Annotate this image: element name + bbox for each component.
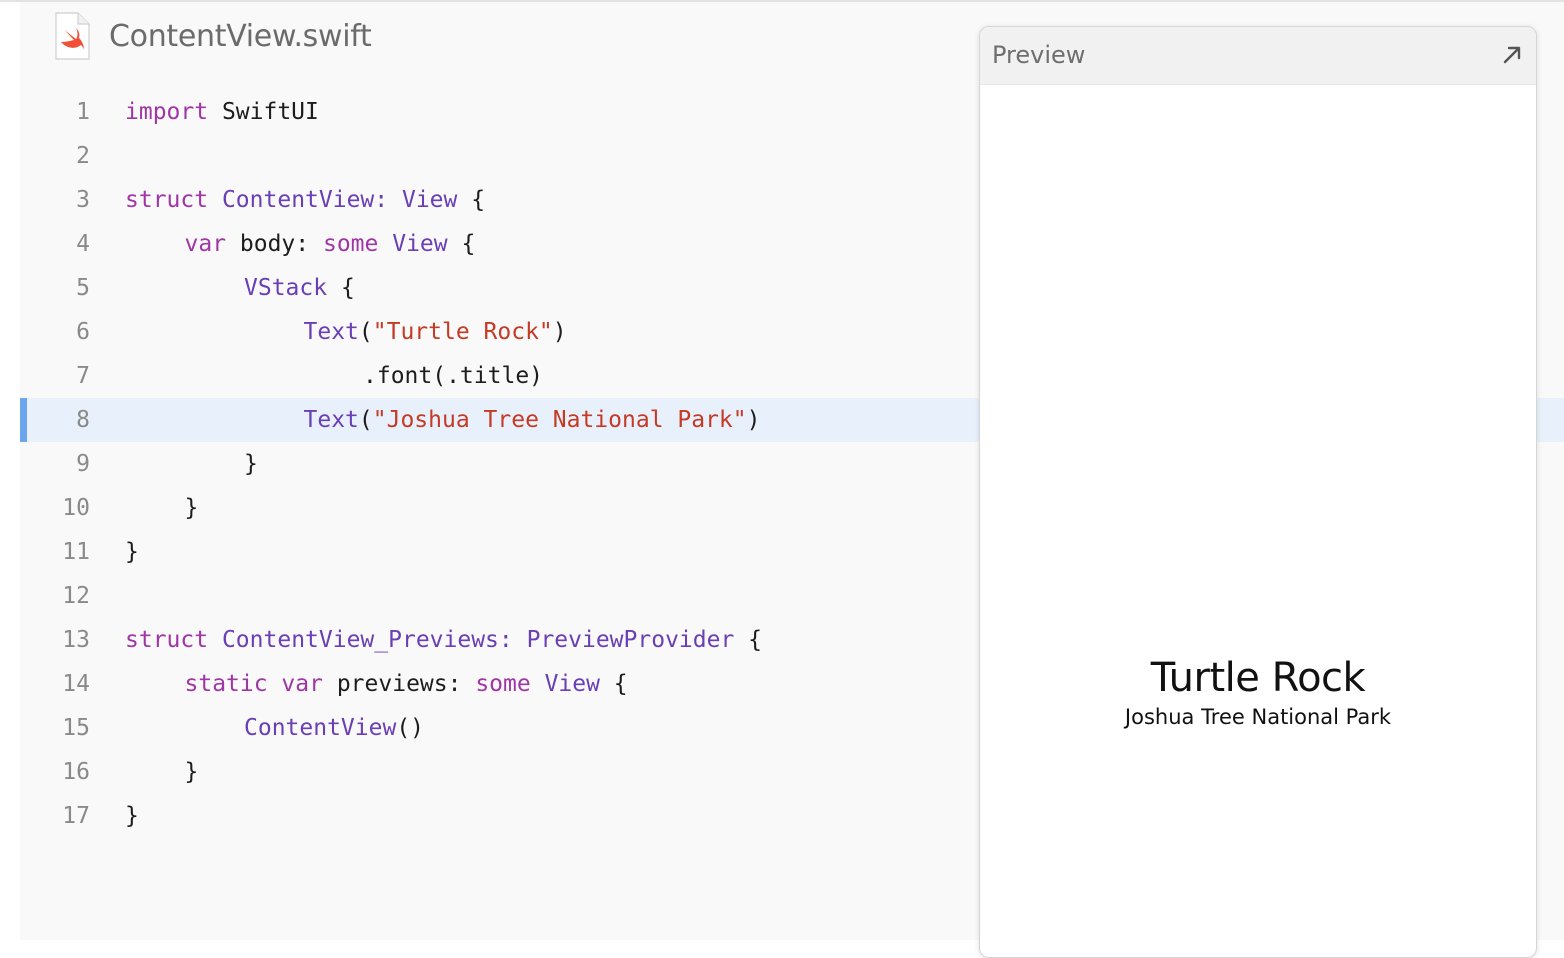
line-number: 1 bbox=[76, 99, 90, 125]
code-token: body: bbox=[226, 231, 323, 257]
code-text: Text("Turtle Rock") bbox=[304, 310, 567, 354]
code-text: struct ContentView: View { bbox=[125, 178, 485, 222]
code-token: ( bbox=[358, 407, 373, 433]
code-token: ContentView bbox=[244, 715, 397, 741]
code-token: } bbox=[125, 539, 139, 565]
code-text: Text("Joshua Tree National Park") bbox=[304, 398, 761, 442]
code-token: { bbox=[447, 231, 476, 257]
code-token: SwiftUI bbox=[208, 99, 319, 125]
line-number: 13 bbox=[62, 627, 90, 653]
line-number: 12 bbox=[62, 583, 90, 609]
line-number: 7 bbox=[76, 363, 90, 389]
code-text: .font(.title) bbox=[363, 354, 543, 398]
preview-text-title: Turtle Rock bbox=[1150, 655, 1366, 701]
line-number: 14 bbox=[62, 671, 90, 697]
code-token: } bbox=[125, 803, 139, 829]
line-number: 16 bbox=[62, 759, 90, 785]
code-token: "Turtle Rock" bbox=[372, 319, 553, 345]
code-token: ) bbox=[746, 407, 761, 433]
line-number: 11 bbox=[62, 539, 90, 565]
code-token: ContentView: View bbox=[221, 187, 458, 213]
line-number: 2 bbox=[76, 143, 90, 169]
code-token: { bbox=[327, 275, 355, 301]
code-token: { bbox=[734, 627, 763, 653]
expand-arrow-icon[interactable] bbox=[1500, 43, 1524, 67]
code-text: } bbox=[185, 750, 199, 794]
code-token: View bbox=[392, 231, 448, 257]
code-token: struct bbox=[125, 627, 209, 653]
code-token: ContentView_Previews: PreviewProvider bbox=[221, 627, 735, 653]
code-token: "Joshua Tree National Park" bbox=[372, 407, 747, 433]
line-number: 10 bbox=[62, 495, 90, 521]
code-token: () bbox=[396, 715, 425, 741]
preview-header: Preview bbox=[980, 27, 1536, 85]
code-token: ( bbox=[358, 319, 373, 345]
code-text: var body: some View { bbox=[185, 222, 476, 266]
line-number: 17 bbox=[62, 803, 90, 829]
line-number: 6 bbox=[76, 319, 90, 345]
code-text: } bbox=[185, 486, 199, 530]
code-token: var bbox=[184, 231, 227, 257]
code-token: } bbox=[184, 495, 199, 521]
code-token: .font(.title) bbox=[363, 363, 544, 389]
code-text: static var previews: some View { bbox=[185, 662, 628, 706]
line-number: 3 bbox=[76, 187, 90, 213]
code-token: { bbox=[457, 187, 486, 213]
preview-panel: Preview Turtle Rock Joshua Tree National… bbox=[979, 26, 1537, 958]
code-token: VStack bbox=[244, 275, 328, 301]
code-token: previews: bbox=[322, 671, 476, 697]
file-name: ContentView.swift bbox=[109, 18, 372, 54]
preview-text-subtitle: Joshua Tree National Park bbox=[1124, 705, 1392, 729]
code-token: Text bbox=[303, 319, 359, 345]
code-token: } bbox=[184, 759, 199, 785]
code-token: } bbox=[244, 451, 258, 477]
line-number: 4 bbox=[76, 231, 90, 257]
preview-canvas: Turtle Rock Joshua Tree National Park bbox=[980, 85, 1536, 957]
file-header: ContentView.swift bbox=[54, 10, 372, 62]
code-text: import SwiftUI bbox=[125, 90, 319, 134]
preview-title: Preview bbox=[992, 41, 1086, 69]
code-token: static var bbox=[184, 671, 323, 697]
code-token: import bbox=[125, 99, 209, 125]
code-token: ) bbox=[552, 319, 567, 345]
code-text: } bbox=[244, 442, 258, 486]
code-text: } bbox=[125, 530, 139, 574]
code-token: some bbox=[322, 231, 379, 257]
code-text: VStack { bbox=[244, 266, 355, 310]
code-token: { bbox=[599, 671, 628, 697]
code-token: some bbox=[475, 671, 531, 697]
line-number: 15 bbox=[62, 715, 90, 741]
code-text: } bbox=[125, 794, 139, 838]
code-token: struct bbox=[125, 187, 209, 213]
code-token: Text bbox=[303, 407, 359, 433]
code-text: struct ContentView_Previews: PreviewProv… bbox=[125, 618, 762, 662]
line-number: 8 bbox=[76, 407, 90, 433]
swift-file-icon bbox=[54, 12, 90, 60]
line-number: 9 bbox=[76, 451, 90, 477]
line-number: 5 bbox=[76, 275, 90, 301]
code-text: ContentView() bbox=[244, 706, 424, 750]
code-token: View bbox=[544, 671, 600, 697]
